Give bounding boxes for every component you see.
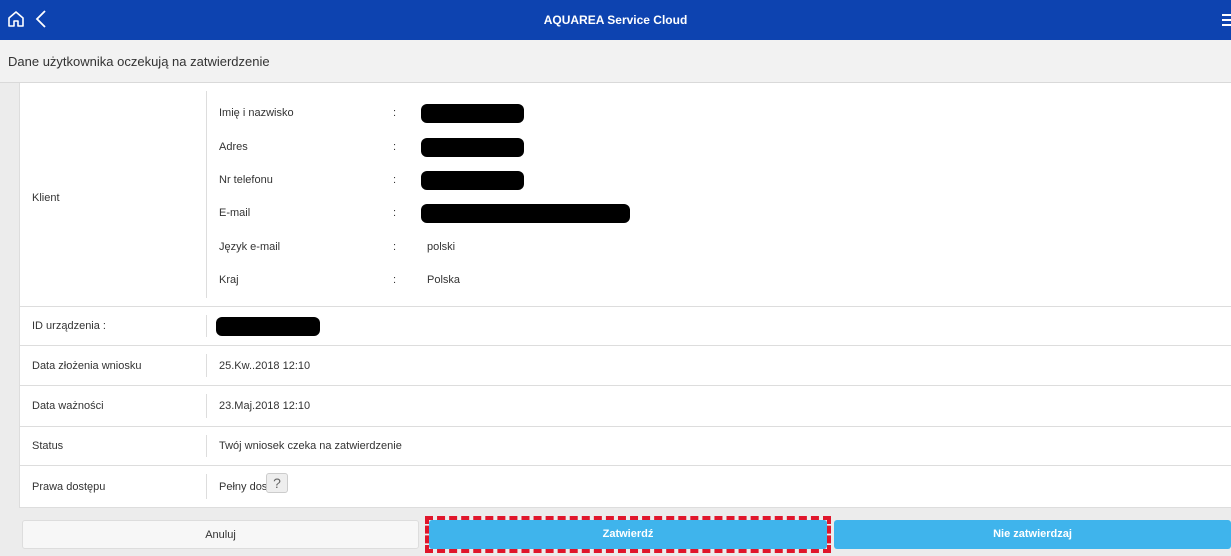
field-value: polski [427, 241, 456, 253]
redacted-device-id [216, 317, 320, 336]
submission-date-row: Data złożenia wniosku 25.Kw..2018 12:10 [20, 346, 1231, 386]
approve-button[interactable]: Zatwierdź [429, 520, 827, 549]
redacted-value [421, 204, 630, 223]
divider [206, 91, 207, 298]
client-field-phone: Nr telefonu : [219, 164, 1119, 197]
redacted-value [421, 138, 524, 157]
client-label: Klient [32, 192, 60, 204]
redacted-value [421, 171, 524, 190]
field-colon: : [393, 141, 397, 153]
field-colon: : [393, 274, 397, 286]
status-row: Status Twój wniosek czeka na zatwierdzen… [20, 427, 1231, 466]
submission-date-value: 25.Kw..2018 12:10 [219, 360, 311, 372]
app-title: AQUAREA Service Cloud [543, 13, 688, 27]
divider [206, 315, 207, 337]
client-field-address: Adres : [219, 131, 1119, 164]
access-rights-row: Prawa dostępu Pełny dostęp [20, 466, 1231, 508]
app-header: AQUAREA Service Cloud [0, 0, 1231, 40]
reject-button[interactable]: Nie zatwierdzaj [834, 520, 1231, 549]
status-label: Status [32, 440, 64, 452]
status-value: Twój wniosek czeka na zatwierdzenie [219, 440, 402, 452]
menu-icon[interactable] [1222, 12, 1231, 28]
divider [206, 354, 207, 377]
cancel-button[interactable]: Anuluj [22, 520, 419, 549]
device-id-row: ID urządzenia : [20, 307, 1231, 346]
field-colon: : [393, 241, 397, 253]
client-field-email-language: Język e-mail : polski [219, 231, 1119, 264]
divider [206, 435, 207, 457]
field-key: Nr telefonu [219, 174, 273, 186]
field-colon: : [393, 107, 397, 119]
redacted-value [421, 104, 524, 123]
submission-date-label: Data złożenia wniosku [32, 360, 142, 372]
field-key: Imię i nazwisko [219, 107, 294, 119]
client-field-country: Kraj : Polska [219, 264, 1119, 297]
divider [206, 394, 207, 418]
expiry-date-row: Data ważności 23.Maj.2018 12:10 [20, 386, 1231, 427]
divider [206, 474, 207, 499]
client-row: Klient Imię i nazwisko : Adres : Nr tele… [20, 83, 1231, 307]
help-icon[interactable]: ? [266, 473, 288, 493]
device-id-label: ID urządzenia : [32, 320, 106, 332]
client-field-name: Imię i nazwisko : [219, 97, 1119, 130]
client-field-email: E-mail : [219, 197, 1119, 230]
expiry-date-label: Data ważności [32, 400, 104, 412]
page-title: Dane użytkownika oczekują na zatwierdzen… [8, 54, 270, 69]
access-rights-label: Prawa dostępu [32, 481, 106, 493]
field-colon: : [393, 174, 397, 186]
field-colon: : [393, 207, 397, 219]
field-key: E-mail [219, 207, 251, 219]
field-key: Adres [219, 141, 248, 153]
field-key: Język e-mail [219, 241, 281, 253]
page-header: Dane użytkownika oczekują na zatwierdzen… [0, 40, 1231, 83]
field-key: Kraj [219, 274, 239, 286]
request-details-card: Klient Imię i nazwisko : Adres : Nr tele… [19, 83, 1231, 508]
field-value: Polska [427, 274, 461, 286]
expiry-date-value: 23.Maj.2018 12:10 [219, 400, 311, 412]
